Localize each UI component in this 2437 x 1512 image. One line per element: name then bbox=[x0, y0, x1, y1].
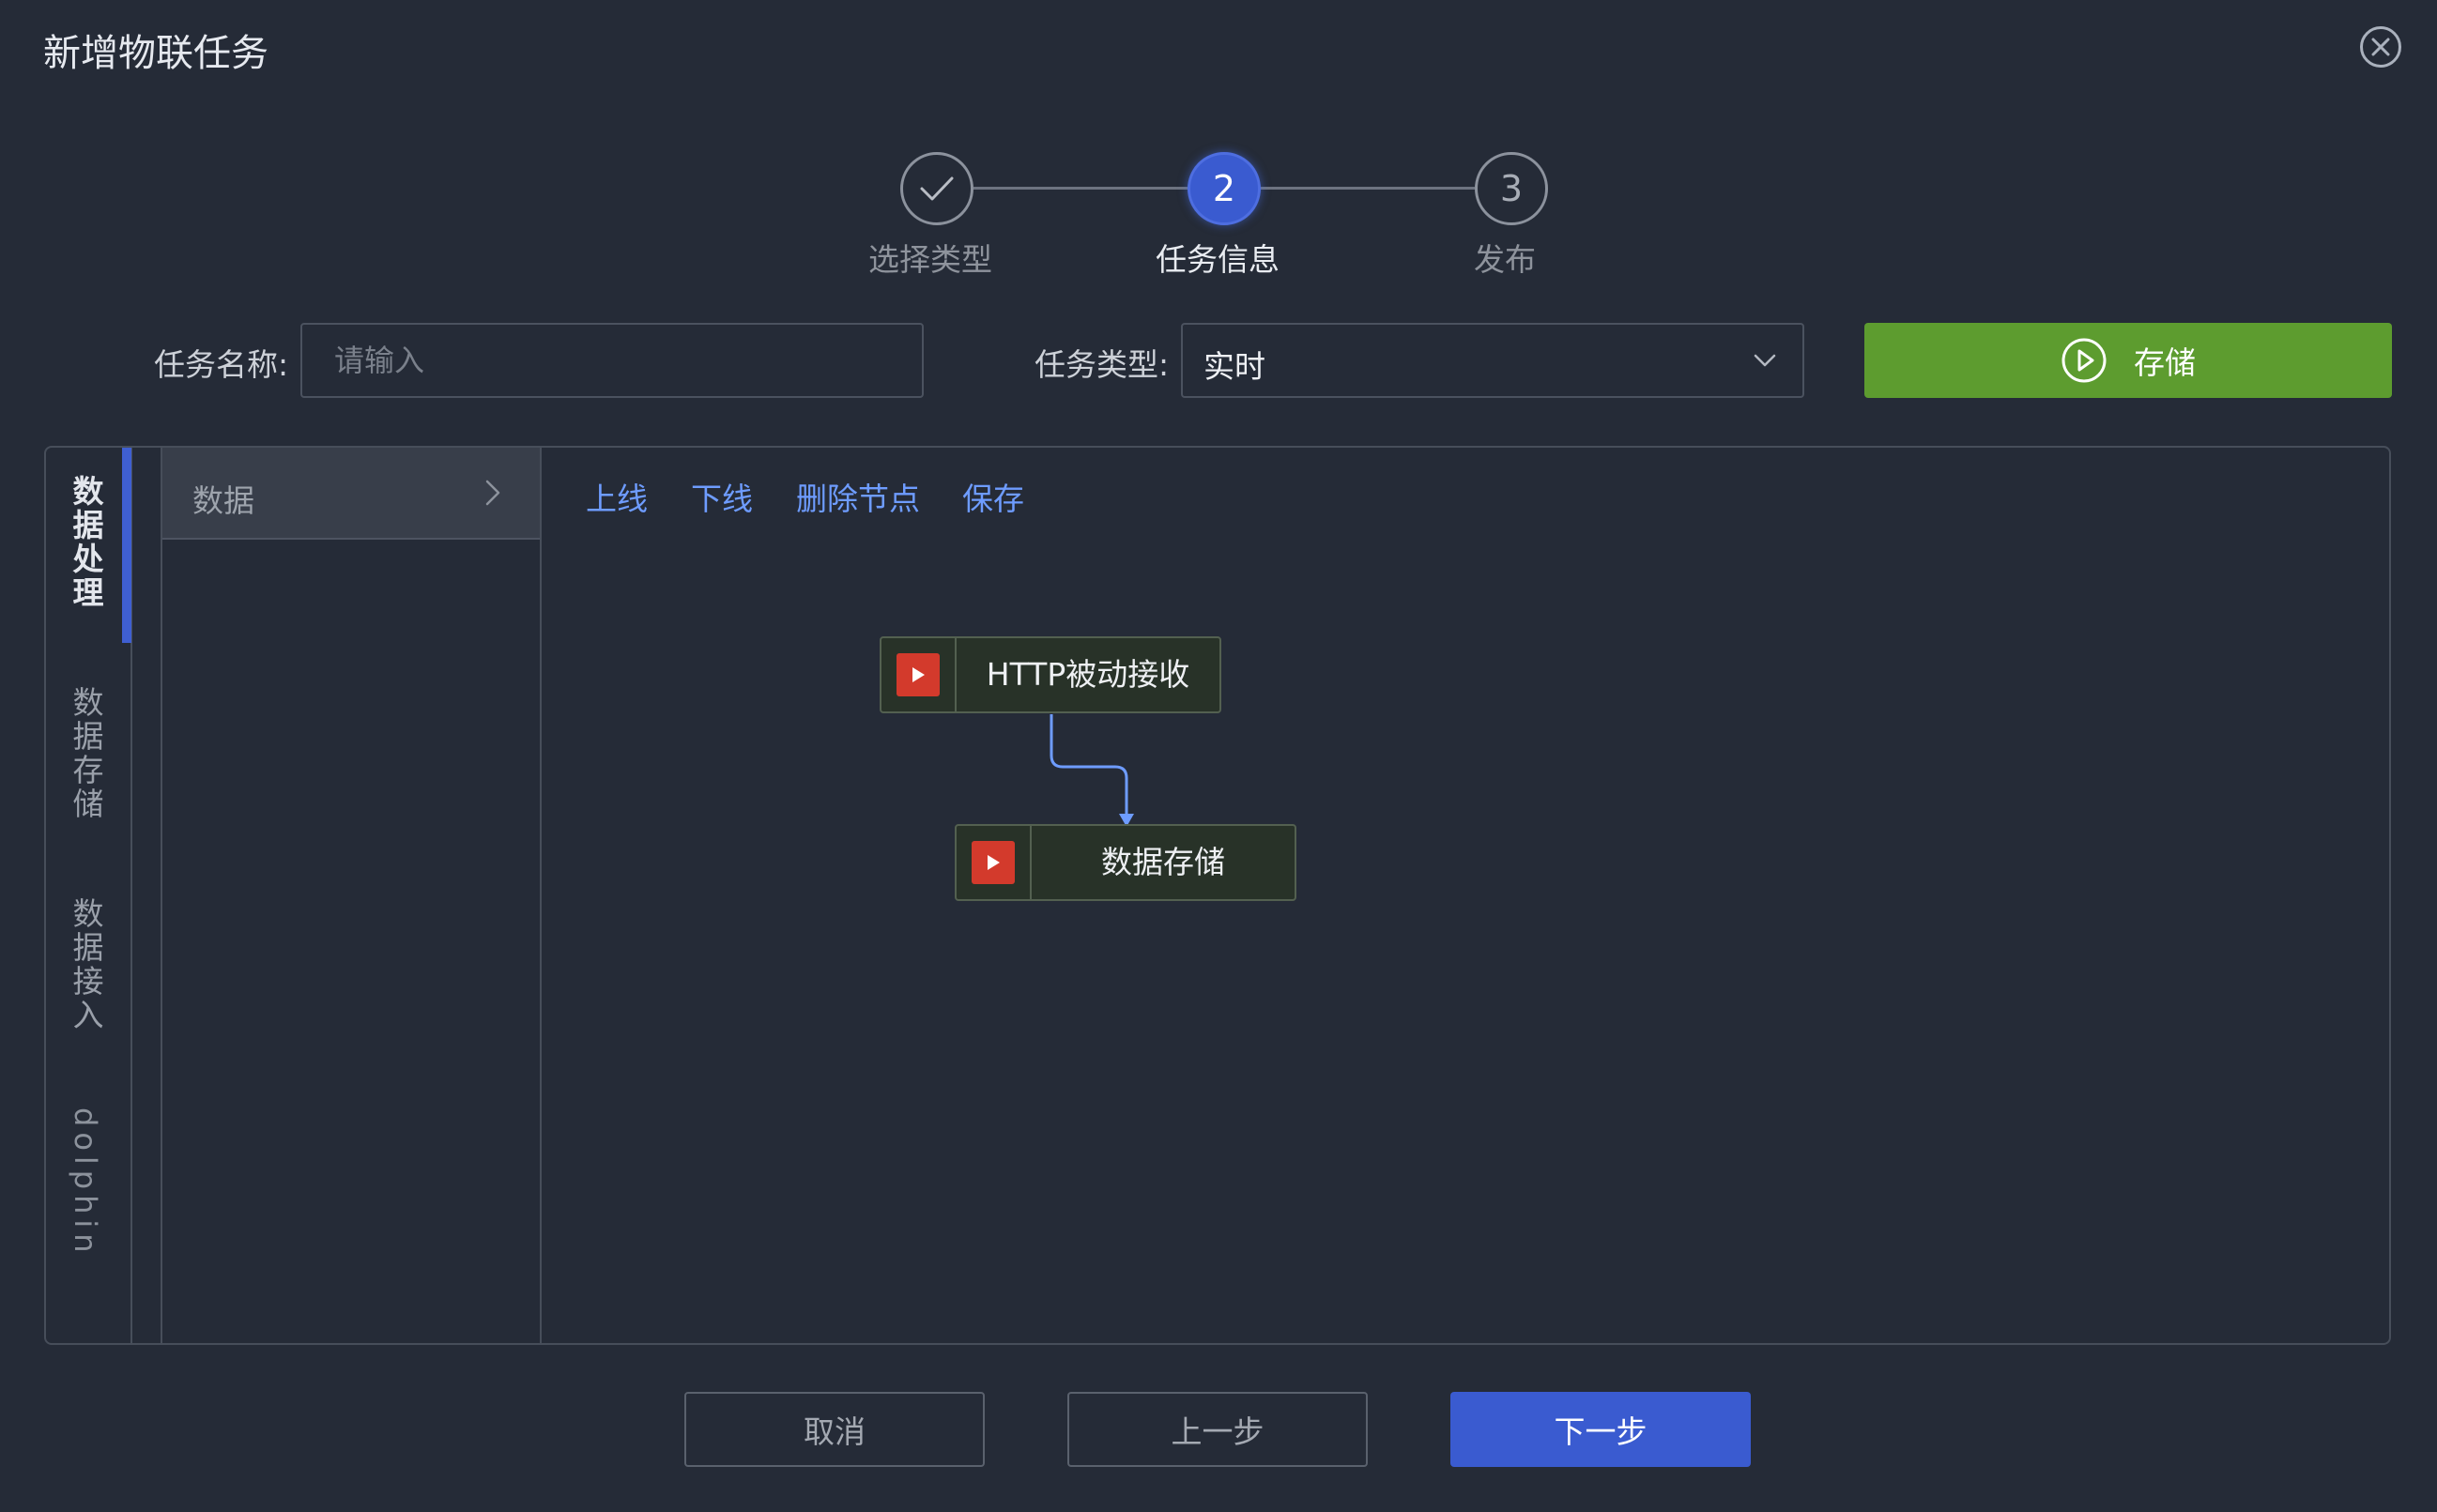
side-tab-dolphin[interactable]: dolphin bbox=[68, 1107, 103, 1259]
step-connector bbox=[973, 187, 1188, 190]
flow-node-label: 数据存储 bbox=[1101, 844, 1225, 880]
divider bbox=[161, 448, 162, 1343]
node-icon-cell bbox=[881, 638, 957, 711]
play-icon bbox=[972, 841, 1015, 884]
side-tab-data-storage[interactable]: 数据存储 bbox=[60, 686, 116, 821]
chevron-right-icon bbox=[485, 480, 500, 506]
next-step-button[interactable]: 下一步 bbox=[1450, 1392, 1751, 1467]
step-3-label: 发布 bbox=[1474, 241, 1536, 278]
step-3-circle: 3 bbox=[1475, 152, 1548, 225]
side-tab-data-ingest[interactable]: 数据接入 bbox=[60, 897, 116, 1032]
task-name-label: 任务名称: bbox=[154, 346, 289, 383]
task-type-select[interactable]: 实时 bbox=[1181, 323, 1804, 398]
node-icon-cell bbox=[957, 826, 1032, 899]
flow-node-data-storage[interactable]: 数据存储 bbox=[955, 824, 1296, 901]
delete-node-link[interactable]: 删除节点 bbox=[796, 474, 920, 519]
task-name-input[interactable] bbox=[300, 323, 924, 398]
side-tab-data-processing[interactable]: 数据处理 bbox=[60, 475, 116, 610]
store-button[interactable]: 存储 bbox=[1864, 323, 2392, 398]
side-tab-active-indicator bbox=[122, 448, 131, 643]
category-item-label: 数据 bbox=[192, 482, 254, 519]
cancel-button[interactable]: 取消 bbox=[684, 1392, 985, 1467]
chevron-down-icon bbox=[1754, 354, 1776, 367]
check-icon bbox=[920, 176, 954, 201]
close-icon bbox=[2371, 38, 2390, 56]
offline-link[interactable]: 下线 bbox=[691, 474, 753, 519]
flow-connector bbox=[1050, 714, 1134, 827]
flow-node-label: HTTP被动接收 bbox=[986, 656, 1190, 693]
task-type-value: 实时 bbox=[1203, 348, 1265, 385]
online-link[interactable]: 上线 bbox=[586, 474, 648, 519]
task-type-label: 任务类型: bbox=[1035, 346, 1170, 383]
play-icon bbox=[897, 653, 940, 696]
play-circle-icon bbox=[2061, 338, 2107, 383]
step-2-circle: 2 bbox=[1188, 152, 1261, 225]
dialog-title: 新增物联任务 bbox=[43, 32, 268, 75]
step-1-circle bbox=[900, 152, 973, 225]
save-link[interactable]: 保存 bbox=[962, 474, 1024, 519]
divider bbox=[540, 448, 542, 1343]
previous-step-button[interactable]: 上一步 bbox=[1067, 1392, 1368, 1467]
close-button[interactable] bbox=[2360, 26, 2401, 68]
store-button-label: 存储 bbox=[2134, 344, 2196, 381]
category-item-data[interactable]: 数据 bbox=[162, 448, 540, 540]
step-1-label: 选择类型 bbox=[868, 241, 992, 278]
flow-node-http-receive[interactable]: HTTP被动接收 bbox=[880, 636, 1221, 713]
step-connector bbox=[1261, 187, 1475, 190]
step-2-label: 任务信息 bbox=[1156, 241, 1280, 278]
